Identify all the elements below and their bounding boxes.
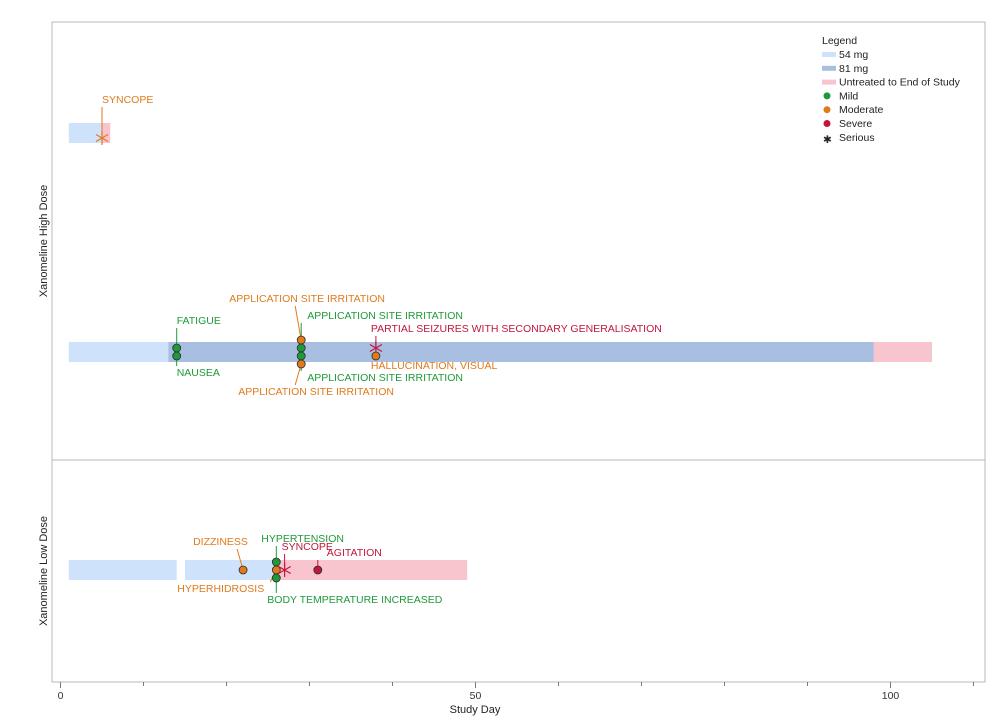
legend-item: Moderate xyxy=(823,104,884,116)
panel-title: Xanomeline Low Dose xyxy=(38,516,50,626)
legend-label: Mild xyxy=(839,90,858,102)
x-tick-label: 50 xyxy=(470,690,482,702)
legend-item: Severe xyxy=(823,118,872,130)
legend-item: Mild xyxy=(823,90,858,102)
legend-item: ✱ Serious xyxy=(823,132,875,146)
event-leader xyxy=(294,305,302,341)
dose-segment xyxy=(873,342,932,362)
subject-row: FATIGUE NAUSEA APPLICATION SITE IRRITATION… xyxy=(68,293,932,398)
event-marker xyxy=(313,565,323,575)
event-marker xyxy=(296,343,306,353)
event-marker xyxy=(296,351,306,361)
legend-swatch-band xyxy=(822,65,836,71)
ae-timeline-chart: Xanomeline High Dose SYNCOPE FATIGUE NAUSEA… xyxy=(38,21,986,716)
event-marker xyxy=(296,335,306,345)
event-label: APPLICATION SITE IRRITATION xyxy=(307,310,463,322)
dose-segment xyxy=(276,560,468,580)
dose-segment xyxy=(68,560,177,580)
event-marker xyxy=(172,351,182,361)
event-label: PARTIAL SEIZURES WITH SECONDARY GENERALI… xyxy=(371,323,662,335)
event-label: APPLICATION SITE IRRITATION xyxy=(307,372,463,384)
event-marker xyxy=(271,573,281,583)
x-tick-label: 0 xyxy=(58,690,64,702)
event-label: FATIGUE xyxy=(177,315,221,327)
legend-item: Untreated to End of Study xyxy=(822,77,961,89)
subject-row: DIZZINESS HYPERTENSIONHYPERHIDROSISBODY T… xyxy=(68,533,468,606)
event-label: NAUSEA xyxy=(177,367,220,379)
event-marker xyxy=(296,359,306,369)
event-marker xyxy=(271,557,281,567)
legend-swatch-band xyxy=(822,79,836,85)
legend-label: Serious xyxy=(839,132,875,144)
x-tick-label: 100 xyxy=(882,690,900,702)
legend-label: Untreated to End of Study xyxy=(839,77,961,89)
event-label: HYPERHIDROSIS xyxy=(177,583,264,595)
x-axis: 0 50 100 xyxy=(58,682,974,702)
dose-segment xyxy=(68,342,169,362)
event-label: APPLICATION SITE IRRITATION xyxy=(238,386,394,398)
event-label: BODY TEMPERATURE INCREASED xyxy=(267,594,442,606)
event-label: SYNCOPE xyxy=(102,94,153,106)
x-axis-title: Study Day xyxy=(450,704,501,716)
legend-swatch-dot xyxy=(823,120,831,127)
legend-item: 54 mg xyxy=(822,49,868,61)
legend-title: Legend xyxy=(822,35,857,47)
chart-marks: Xanomeline High Dose SYNCOPE FATIGUE NAUSEA… xyxy=(38,94,932,626)
legend-label: 54 mg xyxy=(839,49,868,61)
event-label: APPLICATION SITE IRRITATION xyxy=(229,293,385,305)
panel-1: Xanomeline High Dose SYNCOPE FATIGUE NAUSEA… xyxy=(38,94,932,398)
subject-row: SYNCOPE xyxy=(68,94,153,145)
panel-title: Xanomeline High Dose xyxy=(38,185,50,298)
event-marker xyxy=(238,565,248,575)
event-label: SYNCOPE xyxy=(282,541,333,553)
event-label: DIZZINESS xyxy=(193,536,248,548)
event-label: HALLUCINATION, VISUAL xyxy=(371,360,498,372)
legend-label: Severe xyxy=(839,118,872,130)
legend-item: 81 mg xyxy=(822,63,868,75)
dose-segment xyxy=(68,123,102,143)
legend-label: 81 mg xyxy=(839,63,868,75)
event-label: AGITATION xyxy=(327,547,382,559)
event-marker xyxy=(172,343,182,353)
legend-swatch-dot xyxy=(823,92,831,100)
legend-swatch-star: ✱ xyxy=(823,134,832,146)
legend-swatch-band xyxy=(822,52,836,57)
legend-label: Moderate xyxy=(839,104,884,116)
legend: Legend 54 mg 81 mg Untreated to End of Stud… xyxy=(822,35,961,146)
legend-swatch-dot xyxy=(823,106,831,114)
dose-segment xyxy=(168,342,874,362)
panel-2: Xanomeline Low Dose DIZZINESS HYPERTENSION… xyxy=(38,516,468,626)
dose-segment xyxy=(185,560,277,580)
event-marker xyxy=(371,351,381,361)
